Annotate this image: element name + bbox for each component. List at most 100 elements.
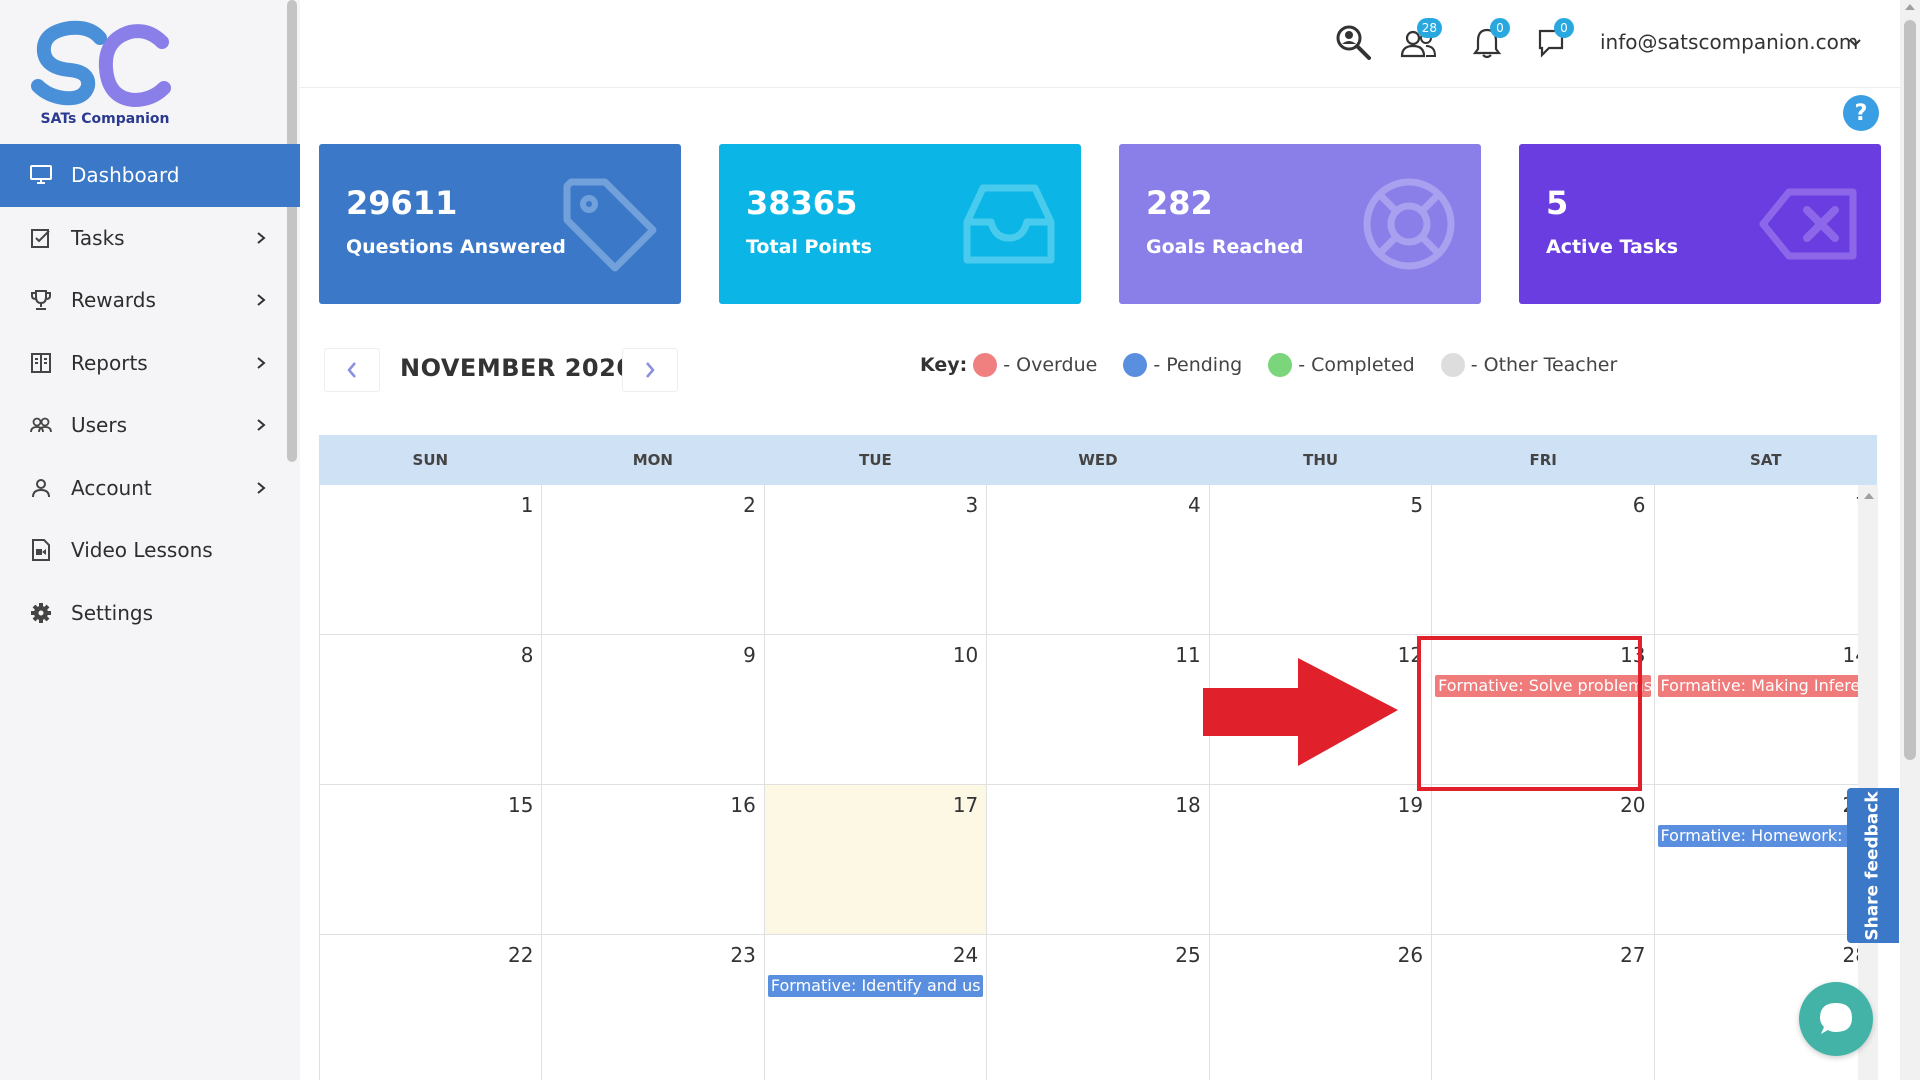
calendar-weekday-header: SUN MON TUE WED THU FRI SAT: [319, 435, 1877, 485]
day-number: 8: [520, 643, 534, 667]
tag-icon: [563, 178, 657, 272]
weekday-label: SAT: [1750, 451, 1782, 469]
lifebuoy-icon: [1363, 178, 1455, 270]
calendar-day[interactable]: 24 Formative: Identify and us: [765, 935, 988, 1080]
sidebar-item-label: Dashboard: [71, 163, 180, 188]
day-number: 9: [743, 643, 756, 667]
sidebar-item-label: Video Lessons: [71, 538, 213, 563]
calendar-day-today[interactable]: 17: [764, 785, 988, 934]
calendar-day[interactable]: 5: [1210, 485, 1433, 634]
stat-value: 282: [1146, 184, 1213, 222]
chevron-right-icon: [257, 231, 266, 244]
calendar-week: 1 2 3 4 5 6 7: [320, 485, 1877, 635]
calendar-day[interactable]: 27: [1432, 935, 1655, 1080]
sidebar-item-tasks[interactable]: Tasks: [0, 207, 300, 270]
key-label: - Other Teacher: [1470, 354, 1618, 376]
sidebar-item-rewards[interactable]: Rewards: [0, 269, 300, 332]
calendar-week: 8 9 10 11 12 13 Formative: Solve problem…: [320, 635, 1877, 785]
day-number: 11: [1175, 643, 1201, 667]
calendar-day[interactable]: 11: [987, 635, 1210, 784]
day-number: 6: [1632, 493, 1646, 517]
calendar-event-pending[interactable]: Formative: Homework: Mu: [1657, 825, 1873, 847]
calendar: SUN MON TUE WED THU FRI SAT 1 2 3 4 5 6 …: [319, 435, 1877, 1080]
stat-card-points: 38365 Total Points: [719, 144, 1081, 304]
day-number: 4: [1187, 493, 1201, 517]
chevron-down-icon[interactable]: [1848, 36, 1862, 50]
scroll-up-arrow-icon[interactable]: [1905, 4, 1915, 10]
calendar-day[interactable]: 6: [1432, 485, 1655, 634]
sidebar-item-account[interactable]: Account: [0, 457, 300, 520]
day-number: 19: [1397, 793, 1424, 817]
calendar-day[interactable]: 9: [542, 635, 765, 784]
calendar-day[interactable]: 1: [320, 485, 543, 634]
calendar-day[interactable]: 20: [1432, 785, 1655, 934]
calendar-key: Key: - Overdue - Pending - Completed - O…: [920, 350, 1643, 380]
chevron-right-icon: [646, 362, 655, 378]
key-item-pending: - Pending: [1123, 353, 1242, 377]
sidebar: SATs Companion Dashboard Tasks Rewards R…: [0, 0, 300, 1080]
calendar-next-button[interactable]: [622, 348, 678, 392]
chevron-right-icon: [257, 356, 266, 369]
calendar-day[interactable]: 7: [1655, 485, 1877, 634]
calendar-day[interactable]: 15: [320, 785, 543, 934]
day-number: 16: [730, 793, 756, 817]
messages-button[interactable]: 0: [1530, 18, 1574, 64]
stat-label: Goals Reached: [1146, 236, 1304, 258]
stat-value: 5: [1546, 184, 1569, 222]
sidebar-item-label: Settings: [71, 600, 154, 625]
calendar-day[interactable]: 8: [320, 635, 543, 784]
day-number: 2: [743, 493, 756, 517]
calendar-day[interactable]: 16: [542, 785, 765, 934]
calendar-day[interactable]: 26: [1210, 935, 1433, 1080]
chat-launcher-button[interactable]: [1799, 982, 1873, 1056]
calendar-day[interactable]: 23: [542, 935, 765, 1080]
search-user-button[interactable]: [1332, 22, 1374, 64]
user-email[interactable]: info@satscompanion.com: [1600, 30, 1858, 54]
sats-companion-logo[interactable]: SATs Companion: [30, 20, 180, 135]
sidebar-item-dashboard[interactable]: Dashboard: [0, 144, 300, 207]
account-icon: [29, 476, 53, 500]
search-user-icon: [1336, 25, 1371, 60]
calendar-day[interactable]: 21 Formative: Homework: Mu: [1655, 785, 1877, 934]
calendar-body: 1 2 3 4 5 6 7 8 9 10 11 12 13 Formative:…: [319, 485, 1877, 1080]
notifications-badge: 0: [1490, 18, 1510, 38]
help-button[interactable]: ?: [1843, 95, 1879, 131]
sidebar-item-label: Account: [71, 475, 152, 500]
chevron-right-icon: [257, 481, 266, 494]
day-number: 1: [520, 493, 534, 517]
calendar-prev-button[interactable]: [324, 348, 380, 392]
sidebar-item-reports[interactable]: Reports: [0, 332, 300, 395]
pending-dot-icon: [1123, 353, 1148, 377]
notifications-button[interactable]: 0: [1466, 18, 1510, 64]
scroll-up-arrow-icon[interactable]: [1864, 493, 1874, 499]
calendar-event-pending[interactable]: Formative: Identify and us: [767, 975, 984, 997]
calendar-day[interactable]: 18: [987, 785, 1210, 934]
calendar-day[interactable]: 19: [1210, 785, 1433, 934]
sidebar-item-label: Reports: [71, 350, 148, 375]
calendar-day[interactable]: 14 Formative: Making Inferenc: [1655, 635, 1877, 784]
share-feedback-tab[interactable]: Share feedback: [1847, 788, 1899, 943]
completed-dot-icon: [1268, 353, 1293, 377]
backspace-icon: [1759, 188, 1857, 260]
calendar-day[interactable]: 22: [320, 935, 543, 1080]
users-button[interactable]: 28: [1398, 18, 1442, 64]
calendar-day[interactable]: 2: [542, 485, 765, 634]
calendar-day[interactable]: 25: [987, 935, 1210, 1080]
sidebar-item-users[interactable]: Users: [0, 394, 300, 457]
sidebar-nav: Dashboard Tasks Rewards Reports Users Ac…: [0, 144, 300, 644]
chevron-right-icon: [257, 294, 266, 307]
calendar-event-overdue[interactable]: Formative: Making Inferenc: [1657, 675, 1873, 697]
day-number: 20: [1620, 793, 1646, 817]
annotation-arrow-icon: [1203, 658, 1398, 766]
day-number: 17: [952, 793, 979, 817]
page-scrollbar-thumb[interactable]: [1904, 20, 1916, 760]
calendar-day[interactable]: 3: [765, 485, 988, 634]
day-number: 10: [952, 643, 979, 667]
sidebar-item-video-lessons[interactable]: Video Lessons: [0, 519, 300, 582]
sidebar-item-settings[interactable]: Settings: [0, 582, 300, 645]
calendar-day[interactable]: 10: [765, 635, 988, 784]
calendar-day[interactable]: 4: [987, 485, 1210, 634]
day-number: 26: [1397, 943, 1424, 967]
stat-card-questions: 29611 Questions Answered: [319, 144, 681, 304]
video-icon: [29, 538, 53, 562]
